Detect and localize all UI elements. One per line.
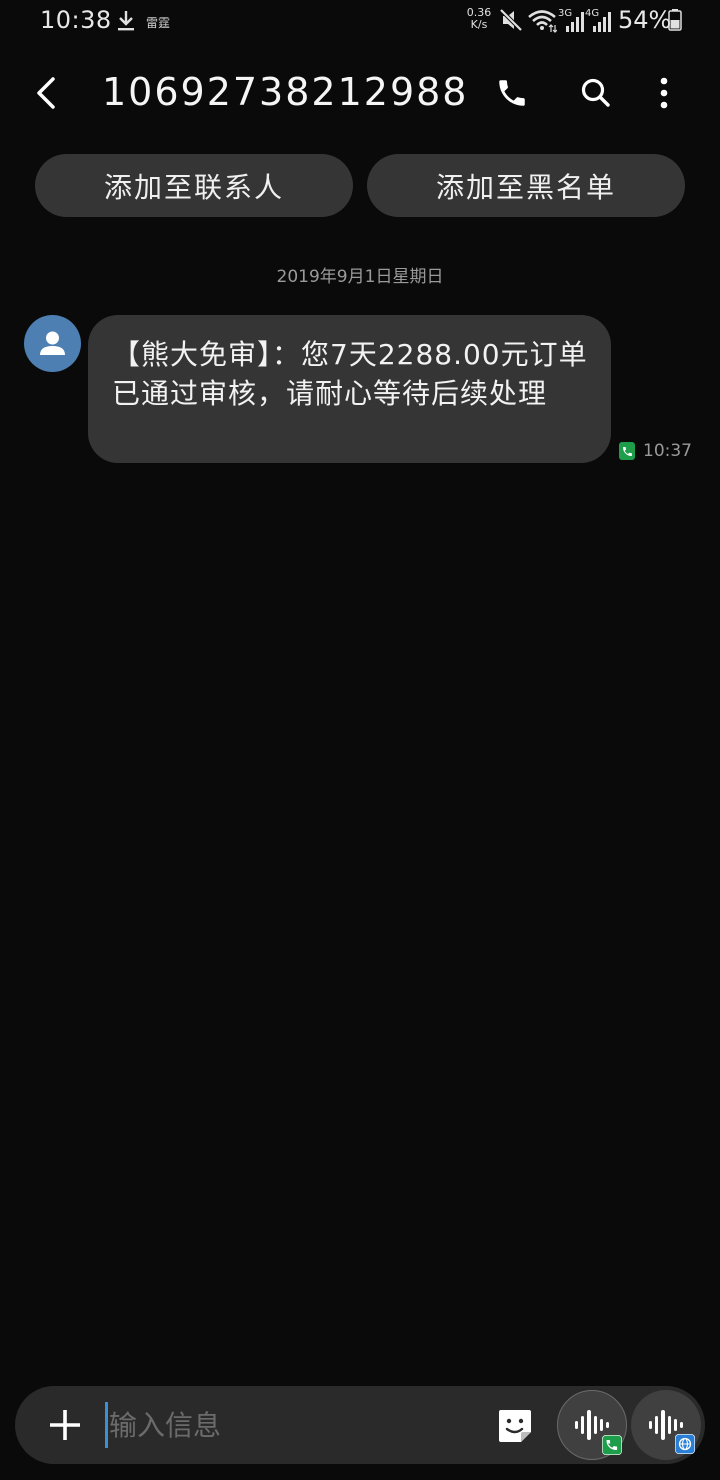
sender-actions: 添加至联系人 添加至黑名单 bbox=[35, 154, 685, 217]
send-sim2-icon bbox=[675, 1434, 695, 1454]
search-button[interactable] bbox=[570, 66, 622, 120]
battery-icon bbox=[668, 9, 682, 31]
message-bubble[interactable]: 【熊大免审】：您7天2288.00元订单已通过审核，请耐心等待后续处理 bbox=[88, 315, 611, 463]
sticker-button[interactable] bbox=[495, 1406, 535, 1446]
message-meta: 10:37 bbox=[619, 440, 692, 462]
more-options-button[interactable] bbox=[638, 66, 690, 120]
date-separator: 2019年9月1日星期日 bbox=[276, 267, 444, 287]
message-composer bbox=[15, 1386, 705, 1464]
text-cursor bbox=[105, 1402, 108, 1448]
sticker-icon bbox=[499, 1410, 531, 1442]
contact-number: 10692738212988 bbox=[102, 70, 469, 114]
call-button[interactable] bbox=[486, 66, 538, 120]
net-speed-unit: K/s bbox=[470, 18, 488, 31]
send-sim1-button[interactable] bbox=[557, 1390, 627, 1460]
search-icon bbox=[581, 78, 610, 107]
more-vertical-icon bbox=[660, 77, 668, 109]
sim1-icon bbox=[619, 442, 635, 460]
battery-percent: 54% bbox=[618, 6, 672, 34]
download-icon bbox=[118, 11, 134, 31]
status-app-label: 雷霆 bbox=[146, 16, 171, 30]
wifi-icon bbox=[528, 10, 557, 33]
status-time: 10:38 bbox=[40, 6, 112, 34]
send-sim1-icon bbox=[602, 1435, 622, 1455]
attach-button[interactable] bbox=[41, 1401, 89, 1449]
person-icon bbox=[40, 331, 65, 355]
add-to-blocklist-button[interactable]: 添加至黑名单 bbox=[367, 154, 685, 217]
mute-icon bbox=[499, 8, 523, 32]
sim2-signal-icon: 4G bbox=[585, 8, 611, 34]
back-icon bbox=[37, 77, 55, 109]
conversation-header: 10692738212988 bbox=[0, 52, 720, 134]
status-bar: 10:38 雷霆 0.36 K/s 3G 4G 54% bbox=[0, 0, 720, 44]
plus-icon bbox=[50, 1410, 80, 1440]
sender-avatar[interactable] bbox=[24, 315, 81, 372]
send-sim2-button[interactable] bbox=[631, 1390, 701, 1460]
message-input[interactable] bbox=[109, 1402, 489, 1448]
net-speed: 0.36 K/s bbox=[462, 7, 496, 31]
phone-icon bbox=[499, 80, 525, 106]
add-to-contacts-button[interactable]: 添加至联系人 bbox=[35, 154, 353, 217]
sim1-signal-icon: 3G bbox=[558, 8, 584, 34]
back-button[interactable] bbox=[22, 66, 70, 120]
message-time: 10:37 bbox=[643, 441, 692, 461]
